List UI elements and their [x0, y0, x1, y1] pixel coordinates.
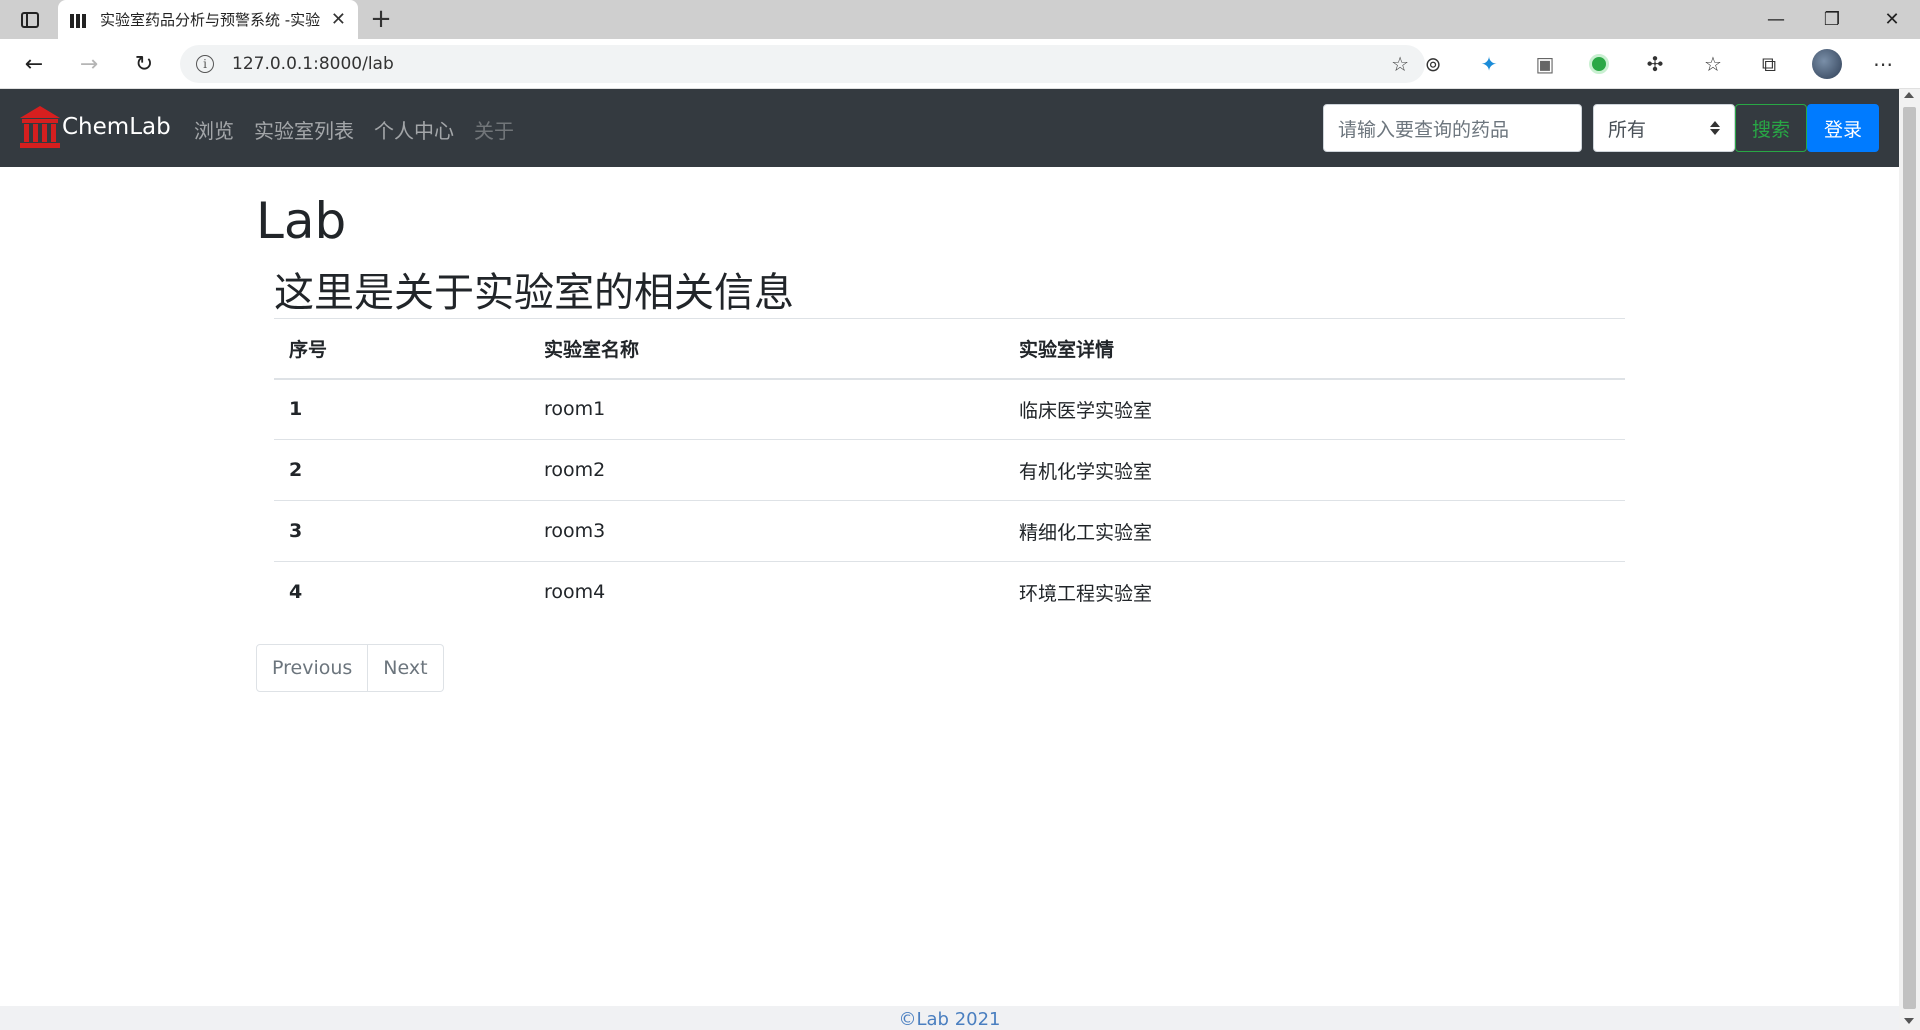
select-arrows-icon	[1710, 121, 1720, 135]
nav-link-profile[interactable]: 个人中心	[374, 115, 454, 144]
nav-links: 浏览 实验室列表 个人中心 关于	[194, 115, 514, 144]
table-row: 2 room2 有机化学实验室	[274, 439, 1625, 501]
forward-icon[interactable]: →	[73, 48, 105, 80]
scroll-up-icon[interactable]	[1904, 92, 1914, 98]
row-index: 3	[274, 500, 529, 562]
login-button[interactable]: 登录	[1807, 104, 1879, 152]
row-lab-name: room2	[529, 439, 1004, 501]
page-scrollbar[interactable]	[1899, 89, 1920, 1030]
row-index: 1	[274, 378, 529, 440]
window-restore-icon[interactable]: ❐	[1804, 0, 1860, 39]
extension-bird-icon[interactable]: ✦	[1474, 49, 1504, 79]
tab-actions-icon[interactable]	[14, 8, 46, 32]
lab-table: 序号 实验室名称 实验室详情 1 room1 临床医学实验室 2 room2 有…	[274, 318, 1625, 623]
page-subtitle: 这里是关于实验室的相关信息	[274, 270, 794, 316]
row-lab-detail: 临床医学实验室	[1004, 378, 1625, 440]
table-row: 1 room1 临床医学实验室	[274, 378, 1625, 440]
nav-link-browse[interactable]: 浏览	[194, 115, 234, 144]
category-select-value: 所有	[1608, 118, 1647, 141]
browser-tab-active[interactable]: 实验室药品分析与预警系统 -实验 ✕	[58, 0, 358, 39]
footer: ©Lab 2021	[0, 1006, 1899, 1030]
tab-close-icon[interactable]: ✕	[331, 9, 346, 30]
extension-eye-icon[interactable]	[1584, 49, 1614, 79]
row-lab-name: room3	[529, 500, 1004, 562]
drug-search-input[interactable]: 请输入要查询的药品	[1323, 104, 1582, 152]
header-index: 序号	[274, 318, 529, 380]
row-index: 4	[274, 561, 529, 623]
site-info-icon[interactable]: i	[196, 55, 214, 73]
window-close-icon[interactable]: ✕	[1864, 0, 1920, 39]
scroll-thumb[interactable]	[1903, 107, 1916, 1009]
row-lab-detail: 精细化工实验室	[1004, 500, 1625, 562]
nav-link-lab-list[interactable]: 实验室列表	[254, 115, 354, 144]
add-favorite-icon[interactable]: ☆	[1391, 52, 1409, 76]
brand-name: ChemLab	[62, 114, 171, 140]
profile-avatar[interactable]	[1812, 49, 1842, 79]
tab-title: 实验室药品分析与预警系统 -实验	[100, 11, 320, 29]
category-select[interactable]: 所有	[1593, 104, 1735, 152]
search-button[interactable]: 搜索	[1735, 104, 1807, 152]
browser-toolbar: ← → ↻ i 127.0.0.1:8000/lab ☆ ⊚ ✦ ▣ ✣ ☆ ⧉…	[0, 39, 1920, 89]
row-lab-name: room1	[529, 378, 1004, 440]
table-header-row: 序号 实验室名称 实验室详情	[274, 318, 1625, 380]
table-row: 4 room4 环境工程实验室	[274, 561, 1625, 623]
library-icon	[70, 12, 88, 28]
back-icon[interactable]: ←	[18, 48, 50, 80]
previous-page-button[interactable]: Previous	[256, 644, 369, 692]
address-bar[interactable]: i 127.0.0.1:8000/lab ☆	[180, 45, 1425, 83]
next-page-button[interactable]: Next	[368, 644, 444, 692]
pagination: Previous Next	[256, 644, 444, 692]
more-menu-icon[interactable]: ⋯	[1868, 49, 1898, 79]
table-row: 3 room3 精细化工实验室	[274, 500, 1625, 562]
header-lab-detail: 实验室详情	[1004, 318, 1625, 380]
extensions-puzzle-icon[interactable]: ✣	[1640, 49, 1670, 79]
extension-link-icon[interactable]: ⊚	[1418, 49, 1448, 79]
row-index: 2	[274, 439, 529, 501]
browser-tab-bar: 实验室药品分析与预警系统 -实验 ✕ + — ❐ ✕	[0, 0, 1920, 39]
brand-link[interactable]: ChemLab	[20, 106, 171, 148]
window-minimize-icon[interactable]: —	[1748, 0, 1804, 39]
footer-copyright: ©Lab 2021	[898, 1009, 1001, 1030]
favorites-icon[interactable]: ☆	[1698, 49, 1728, 79]
chemlab-logo-icon	[20, 106, 60, 148]
row-lab-detail: 环境工程实验室	[1004, 561, 1625, 623]
reload-icon[interactable]: ↻	[128, 48, 160, 80]
extension-game-icon[interactable]: ▣	[1530, 49, 1560, 79]
url-text[interactable]: 127.0.0.1:8000/lab	[232, 54, 394, 74]
page-title: Lab	[256, 192, 347, 250]
row-lab-detail: 有机化学实验室	[1004, 439, 1625, 501]
row-lab-name: room4	[529, 561, 1004, 623]
new-tab-icon[interactable]: +	[366, 4, 396, 34]
site-navbar: ChemLab 浏览 实验室列表 个人中心 关于 请输入要查询的药品 所有 搜索…	[0, 89, 1899, 167]
scroll-down-icon[interactable]	[1904, 1018, 1914, 1024]
header-lab-name: 实验室名称	[529, 318, 1004, 380]
collections-icon[interactable]: ⧉	[1754, 49, 1784, 79]
nav-link-about[interactable]: 关于	[474, 115, 514, 144]
